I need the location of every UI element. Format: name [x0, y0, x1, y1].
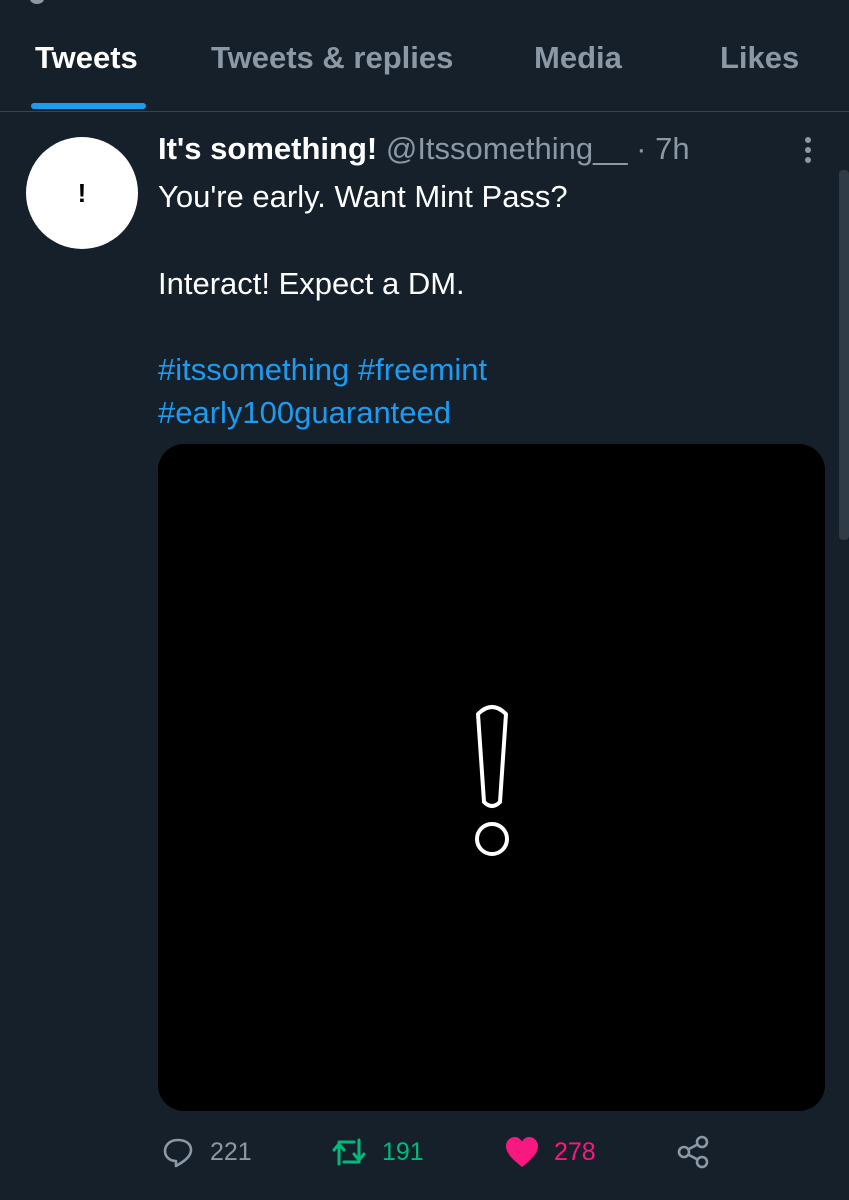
reply-button[interactable]: 221	[160, 1130, 252, 1174]
reply-icon	[163, 1138, 193, 1168]
retweet-count: 191	[382, 1137, 424, 1166]
profile-tabs: Tweets Tweets & replies Media Likes	[0, 0, 849, 112]
hashtag-link[interactable]: #early100guaranteed	[158, 395, 451, 430]
retweet-icon	[332, 1138, 366, 1166]
heart-icon	[506, 1137, 538, 1167]
retweet-button[interactable]: 191	[330, 1130, 424, 1174]
share-button[interactable]	[676, 1130, 712, 1174]
like-count: 278	[554, 1137, 596, 1166]
exclamation-outline-icon	[475, 705, 509, 856]
tweet-media-image[interactable]	[158, 444, 825, 1111]
hashtag-link[interactable]: #freemint	[358, 352, 487, 387]
tweet-hashtags-line: #itssomething #freemint	[158, 348, 818, 391]
scrollbar[interactable]	[839, 170, 849, 540]
avatar[interactable]: !	[26, 137, 138, 249]
more-options-icon[interactable]	[796, 134, 820, 166]
separator-dot: ·	[636, 131, 647, 166]
tab-likes[interactable]: Likes	[720, 40, 799, 88]
tab-tweets[interactable]: Tweets	[35, 40, 138, 88]
share-icon	[677, 1135, 709, 1169]
display-name[interactable]: It's something!	[158, 131, 377, 166]
tab-tweets-and-replies[interactable]: Tweets & replies	[211, 40, 453, 88]
tweet-hashtags-line: #early100guaranteed	[158, 391, 818, 434]
like-button[interactable]: 278	[504, 1130, 596, 1174]
reply-count: 221	[210, 1137, 252, 1166]
tweet-text-line: You're early. Want Mint Pass?	[158, 179, 568, 214]
tweet-actions: 221 191 278	[0, 1130, 849, 1180]
tweet-text-line: Interact! Expect a DM.	[158, 266, 465, 301]
tab-media[interactable]: Media	[534, 40, 622, 88]
hashtag-link[interactable]: #itssomething	[158, 352, 349, 387]
profile-page: Tweets Tweets & replies Media Likes ! It…	[0, 0, 849, 1200]
tweet-header: It's something! @Itssomething__ · 7h	[158, 131, 690, 171]
tweet-time[interactable]: 7h	[655, 131, 689, 166]
avatar-text: !	[77, 177, 87, 208]
active-tab-indicator	[31, 103, 146, 109]
user-handle[interactable]: @Itssomething__	[386, 131, 628, 166]
